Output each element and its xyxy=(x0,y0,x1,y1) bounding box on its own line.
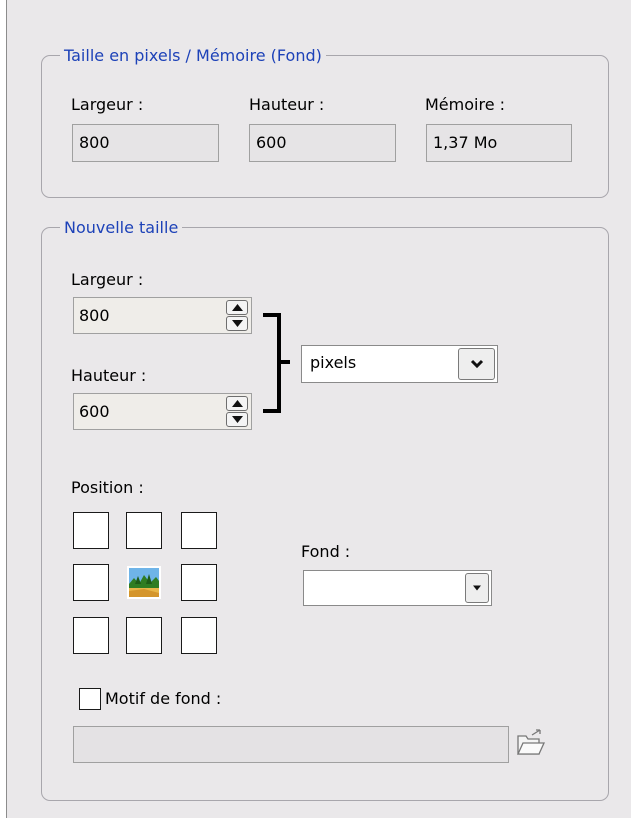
new-width-increase-button[interactable] xyxy=(226,300,248,315)
unit-select-dropdown-button[interactable] xyxy=(458,348,495,380)
new-height-label: Hauteur : xyxy=(71,366,147,385)
new-width-value: 800 xyxy=(79,306,110,325)
unit-select-value: pixels xyxy=(310,353,357,372)
anchor-bottom-left[interactable] xyxy=(73,617,109,654)
anchor-top-right[interactable] xyxy=(181,512,217,549)
pattern-label: Motif de fond : xyxy=(105,689,222,708)
browse-pattern-button[interactable] xyxy=(515,728,547,758)
landscape-image-icon xyxy=(127,566,161,599)
current-height-field: 600 xyxy=(249,124,396,162)
chevron-down-icon xyxy=(473,585,481,591)
pattern-checkbox[interactable] xyxy=(79,688,101,710)
background-label: Fond : xyxy=(301,542,351,561)
new-width-decrease-button[interactable] xyxy=(226,316,248,331)
anchor-middle-right[interactable] xyxy=(181,564,217,601)
unit-select[interactable]: pixels xyxy=(301,345,498,383)
current-height-label: Hauteur : xyxy=(249,95,325,114)
anchor-bottom-right[interactable] xyxy=(181,617,217,654)
background-select[interactable] xyxy=(303,570,492,606)
new-height-value: 600 xyxy=(79,402,110,421)
new-height-spinbox[interactable]: 600 xyxy=(73,393,252,430)
anchor-top-center[interactable] xyxy=(126,512,162,549)
anchor-bottom-center[interactable] xyxy=(126,617,162,654)
new-width-spinbox[interactable]: 800 xyxy=(73,297,252,334)
position-label: Position : xyxy=(71,478,144,497)
arrow-down-icon xyxy=(232,320,243,327)
arrow-up-icon xyxy=(232,400,243,407)
anchor-middle-left[interactable] xyxy=(73,564,109,601)
arrow-up-icon xyxy=(232,304,243,311)
new-width-label: Largeur : xyxy=(71,270,144,289)
background-select-dropdown-button[interactable] xyxy=(465,573,489,603)
pixel-size-group-title: Taille en pixels / Mémoire (Fond) xyxy=(60,46,326,66)
new-width-spinner xyxy=(226,300,248,331)
anchor-top-left[interactable] xyxy=(73,512,109,549)
current-width-field: 800 xyxy=(72,124,219,162)
memory-label: Mémoire : xyxy=(425,95,506,114)
chevron-down-icon xyxy=(470,359,483,369)
pattern-path-field[interactable] xyxy=(73,726,509,763)
new-size-group-title: Nouvelle taille xyxy=(60,218,183,238)
arrow-down-icon xyxy=(232,416,243,423)
anchor-center[interactable] xyxy=(126,564,162,601)
memory-field: 1,37 Mo xyxy=(426,124,572,162)
new-height-spinner xyxy=(226,396,248,427)
new-height-decrease-button[interactable] xyxy=(226,412,248,427)
open-folder-icon xyxy=(516,729,546,755)
new-height-increase-button[interactable] xyxy=(226,396,248,411)
current-width-label: Largeur : xyxy=(71,95,144,114)
resize-canvas-panel: Taille en pixels / Mémoire (Fond) Largeu… xyxy=(6,0,631,818)
